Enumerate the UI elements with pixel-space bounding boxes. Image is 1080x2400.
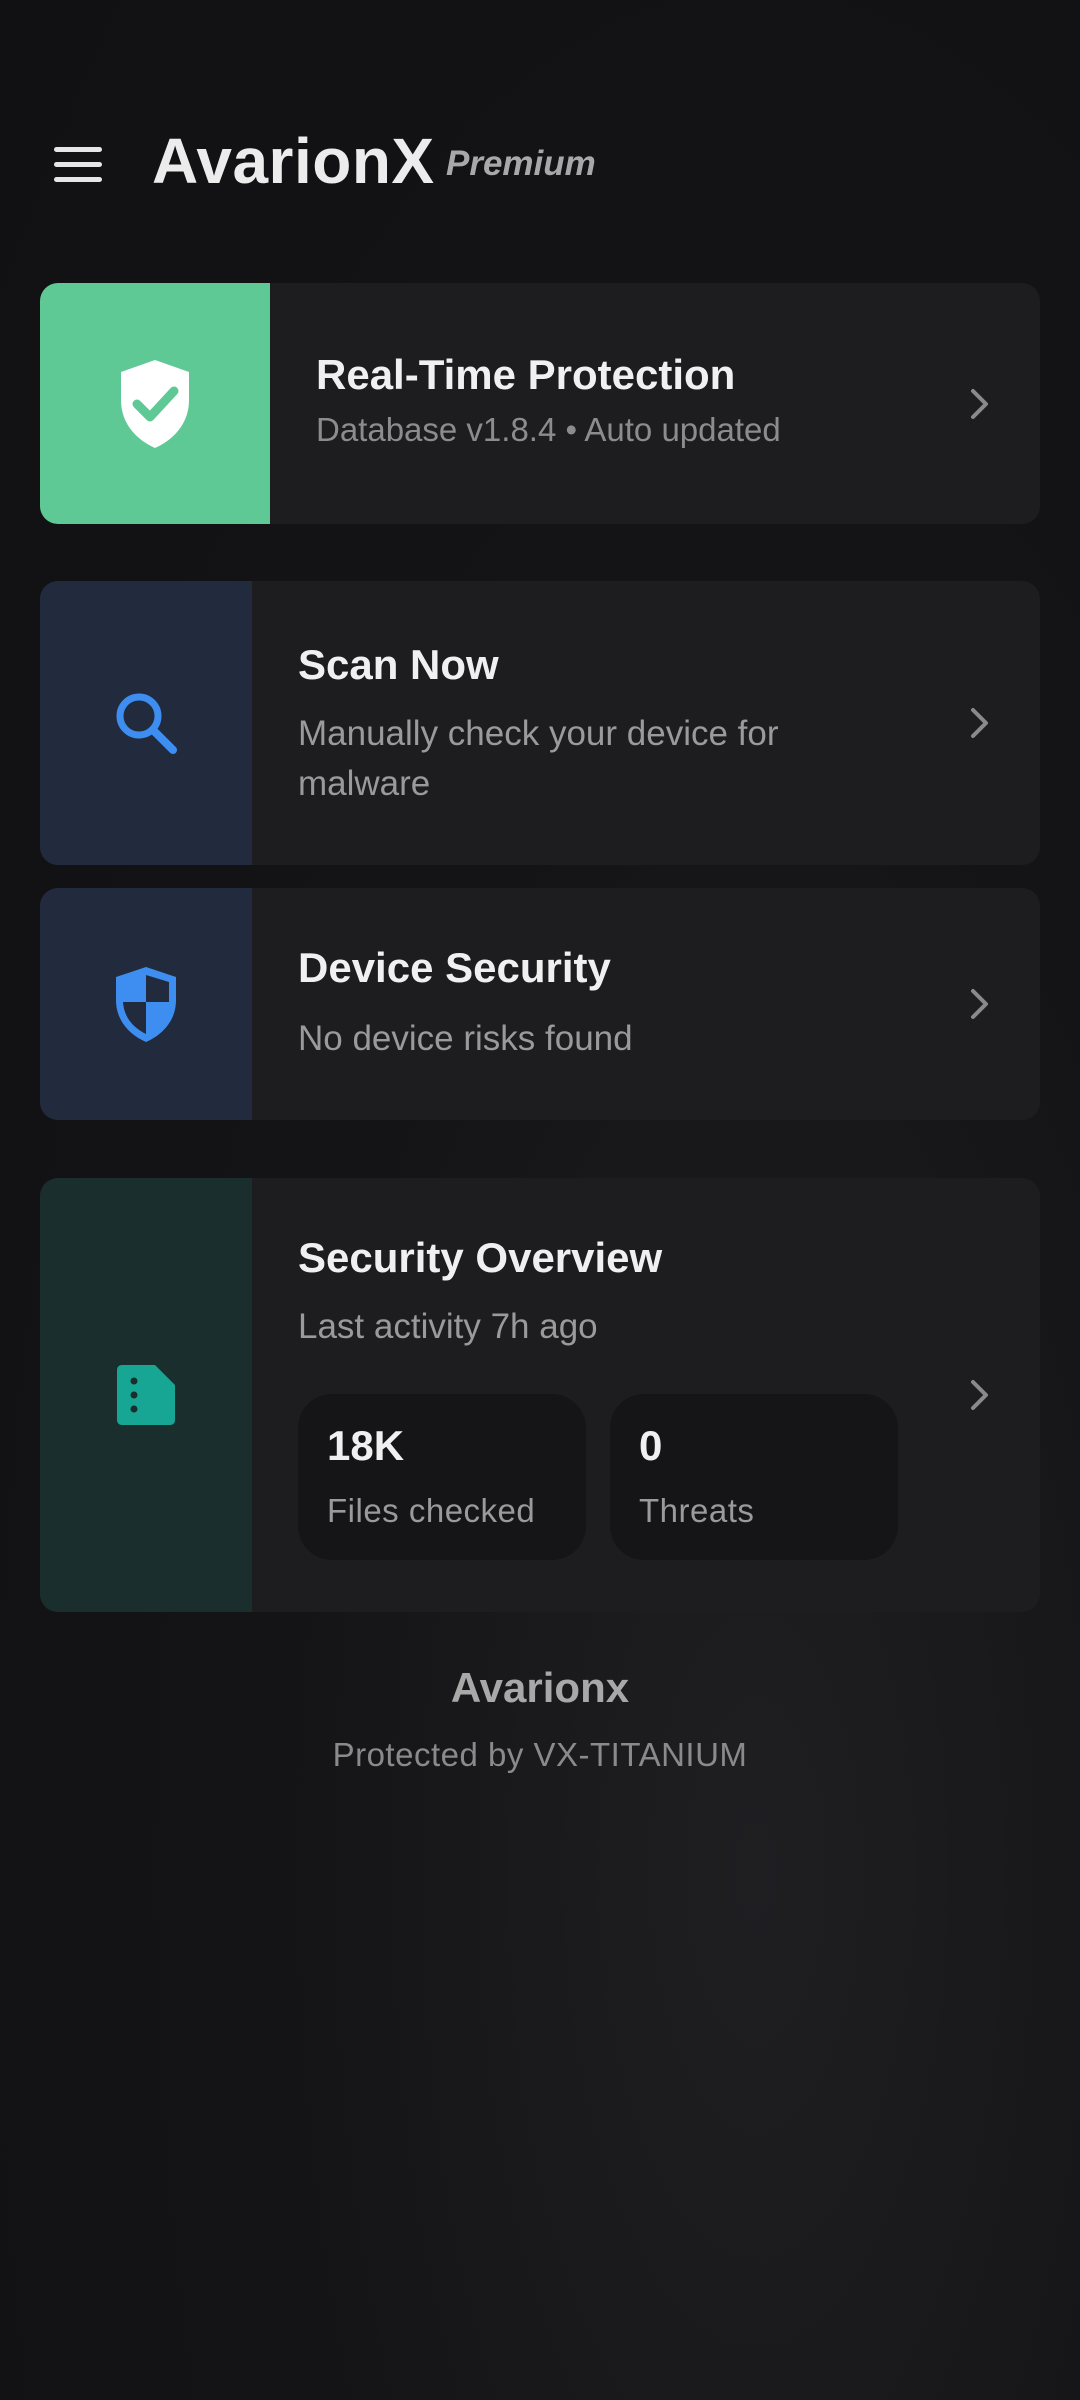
device-security-tile [40, 888, 252, 1120]
premium-badge: Premium [446, 144, 596, 183]
card-subtitle: Last activity 7h ago [298, 1307, 598, 1346]
chevron-right-icon [971, 989, 988, 1019]
card-subtitle: Database v1.8.4 • Auto updated [316, 411, 781, 448]
card-subtitle: No device risks found [298, 1019, 633, 1058]
document-icon [117, 1365, 175, 1425]
shield-check-icon [121, 359, 189, 448]
app-header: AvarionX Premium [0, 118, 1080, 210]
card-subtitle: Manually check your device for malware [298, 714, 779, 803]
real-time-protection-tile [40, 283, 270, 524]
footer-brand: Avarionx [450, 1664, 630, 1711]
footer-tagline: Protected by VX-TITANIUM [332, 1736, 748, 1773]
security-shield-icon [116, 967, 176, 1042]
card-title: Real-Time Protection [316, 351, 736, 398]
card-title: Device Security [298, 944, 611, 991]
stat-label: Threats [639, 1492, 755, 1529]
app-title: AvarionX [152, 125, 435, 197]
device-security-card[interactable]: Device Security No device risks found [40, 888, 1040, 1120]
search-icon [116, 693, 177, 754]
security-overview-tile [40, 1178, 252, 1612]
security-overview-card[interactable]: Security Overview Last activity 7h ago 1… [40, 1178, 1040, 1612]
scan-now-tile [40, 581, 252, 865]
stat-label: Files checked [327, 1492, 536, 1529]
files-checked-stat: 18K Files checked [298, 1394, 586, 1560]
chevron-right-icon [971, 708, 988, 738]
stat-value: 0 [639, 1422, 663, 1469]
real-time-protection-card[interactable]: Real-Time Protection Database v1.8.4 • A… [40, 283, 1040, 524]
card-title: Scan Now [298, 641, 499, 688]
stat-value: 18K [327, 1422, 405, 1469]
chevron-right-icon [971, 1380, 988, 1410]
chevron-right-icon [971, 388, 988, 419]
scan-now-card[interactable]: Scan Now Manually check your device for … [40, 581, 1040, 865]
threats-stat: 0 Threats [610, 1394, 898, 1560]
hamburger-menu-icon[interactable] [50, 145, 108, 185]
card-title: Security Overview [298, 1234, 663, 1281]
